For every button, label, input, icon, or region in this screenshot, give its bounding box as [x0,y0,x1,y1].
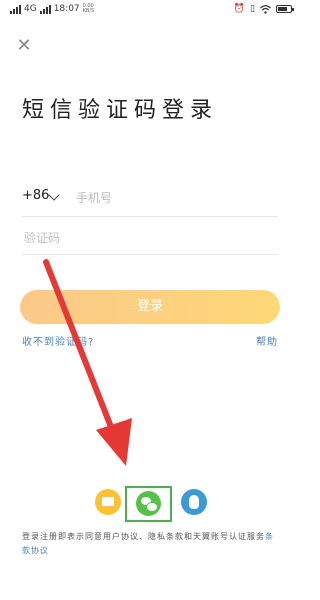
agreement-text: 登录注册即表示同意用户协议、隐私条款和天翼账号认证服务条款协议 [22,530,280,558]
wifi-icon [260,4,271,14]
phone-input[interactable] [74,184,278,212]
phone-row: +86 [22,182,278,217]
network-speed: 0.00 KB/S [83,4,95,14]
verification-code-input[interactable] [22,224,276,252]
alarm-icon: ⏰ [233,4,246,14]
chevron-down-icon[interactable] [48,189,60,201]
network-label: 4G [24,4,37,14]
status-right: ⏰ ▯ [233,4,294,14]
mail-login-button[interactable] [95,489,121,515]
network-speed-unit: KB/S [82,8,95,14]
qq-login-button[interactable] [181,489,207,515]
arrow-head-icon [96,418,132,466]
qq-icon [189,495,199,509]
status-left: 4G 18:07 0.00 KB/S [10,4,94,14]
mail-icon [102,497,114,506]
battery-icon [276,5,294,13]
signal-icon [10,4,21,14]
close-button[interactable]: ✕ [15,37,33,55]
page-title: 短信验证码登录 [22,98,219,123]
signal-icon-2 [39,4,51,14]
vibrate-icon: ▯ [250,4,255,14]
wechat-icon-bubble [146,502,158,512]
no-code-link[interactable]: 收不到验证码? [22,333,94,348]
country-code-selector[interactable]: +86 [22,188,49,203]
close-icon: ✕ [16,35,32,56]
wechat-login-button[interactable] [136,491,161,516]
social-login-row [95,486,210,523]
code-row [22,222,278,255]
status-time: 18:07 [53,4,80,14]
status-bar: 4G 18:07 0.00 KB/S ⏰ ▯ [0,0,300,22]
help-link[interactable]: 帮助 [256,333,278,348]
agreement-prefix: 登录注册即表示同意用户协议、隐私条款和天翼账号认证服务 [22,532,265,541]
login-button[interactable]: 登录 [20,290,280,324]
wechat-highlight-box [125,486,172,522]
